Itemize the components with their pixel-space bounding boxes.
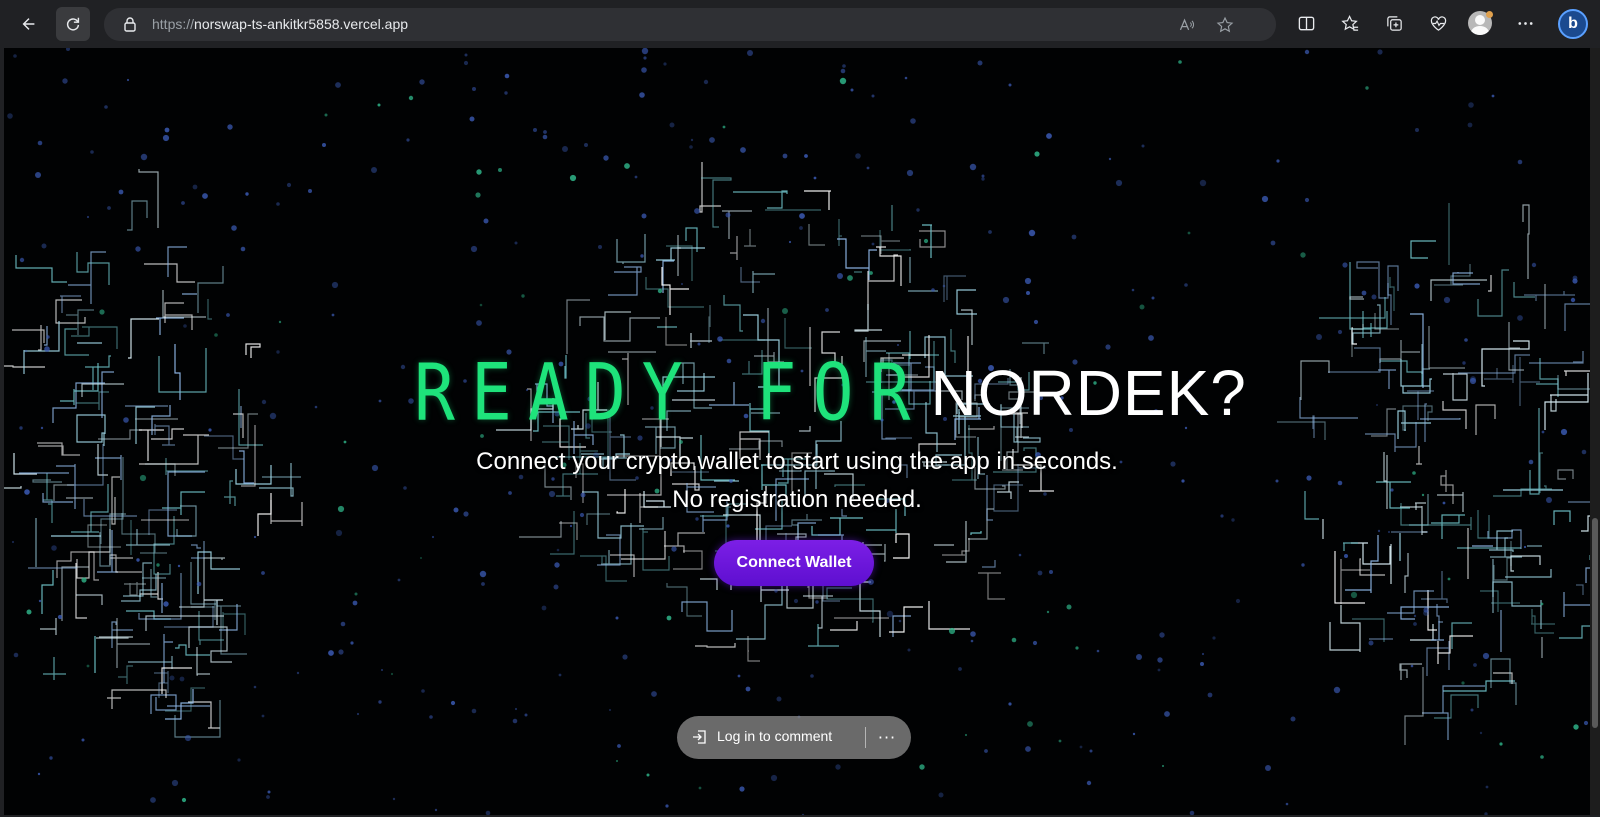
page-scrollbar[interactable] xyxy=(1590,48,1600,815)
comment-bar-divider xyxy=(865,727,866,748)
back-icon xyxy=(22,18,35,30)
copilot-button[interactable]: b xyxy=(1558,9,1588,39)
hero-section: READY FOR NORDEK? Connect your crypto wa… xyxy=(4,48,1590,815)
comment-bar: Log in to comment ··· xyxy=(677,716,911,759)
comment-more-icon[interactable]: ··· xyxy=(873,725,901,749)
read-aloud-button[interactable] xyxy=(1176,14,1198,36)
health-button[interactable] xyxy=(1425,10,1451,36)
more-menu-button[interactable] xyxy=(1512,10,1538,36)
url-host: norswap-ts-ankitkr5858.vercel.app xyxy=(194,16,409,32)
hero-subtitle-line2: No registration needed. xyxy=(672,486,922,513)
health-icon xyxy=(1430,15,1446,31)
profile-status-dot xyxy=(1486,11,1493,18)
favorite-star-icon xyxy=(1216,16,1234,33)
page-viewport: READY FOR NORDEK? Connect your crypto wa… xyxy=(4,48,1590,815)
scrollbar-thumb[interactable] xyxy=(1592,518,1598,728)
hero-headline: READY FOR NORDEK? xyxy=(414,347,1247,439)
lock-icon[interactable] xyxy=(122,16,138,32)
collections-icon xyxy=(1386,15,1402,31)
split-screen-button[interactable] xyxy=(1293,10,1319,36)
address-bar[interactable]: https://norswap-ts-ankitkr5858.vercel.ap… xyxy=(104,8,1276,41)
refresh-button[interactable] xyxy=(56,7,90,41)
split-screen-icon xyxy=(1298,16,1314,30)
collections-button[interactable] xyxy=(1381,10,1407,36)
refresh-icon xyxy=(66,17,80,31)
favorite-button[interactable] xyxy=(1214,14,1236,36)
login-icon xyxy=(693,730,706,744)
headline-digital-text: READY FOR xyxy=(414,347,927,439)
headline-brand-text: NORDEK? xyxy=(930,357,1247,429)
browser-toolbar: https://norswap-ts-ankitkr5858.vercel.ap… xyxy=(0,0,1600,48)
more-icon xyxy=(1517,21,1533,25)
favorites-button[interactable] xyxy=(1337,10,1363,36)
favorites-icon xyxy=(1340,14,1358,31)
back-button[interactable] xyxy=(12,7,46,41)
log-in-to-comment-link[interactable]: Log in to comment xyxy=(717,728,832,744)
url-text[interactable]: https://norswap-ts-ankitkr5858.vercel.ap… xyxy=(152,16,408,32)
url-scheme: https:// xyxy=(152,16,195,32)
connect-wallet-button[interactable]: Connect Wallet xyxy=(714,540,874,586)
hero-subtitle-line1: Connect your crypto wallet to start usin… xyxy=(476,448,1118,475)
read-aloud-icon xyxy=(1179,18,1194,31)
copilot-icon: b xyxy=(1568,15,1578,32)
